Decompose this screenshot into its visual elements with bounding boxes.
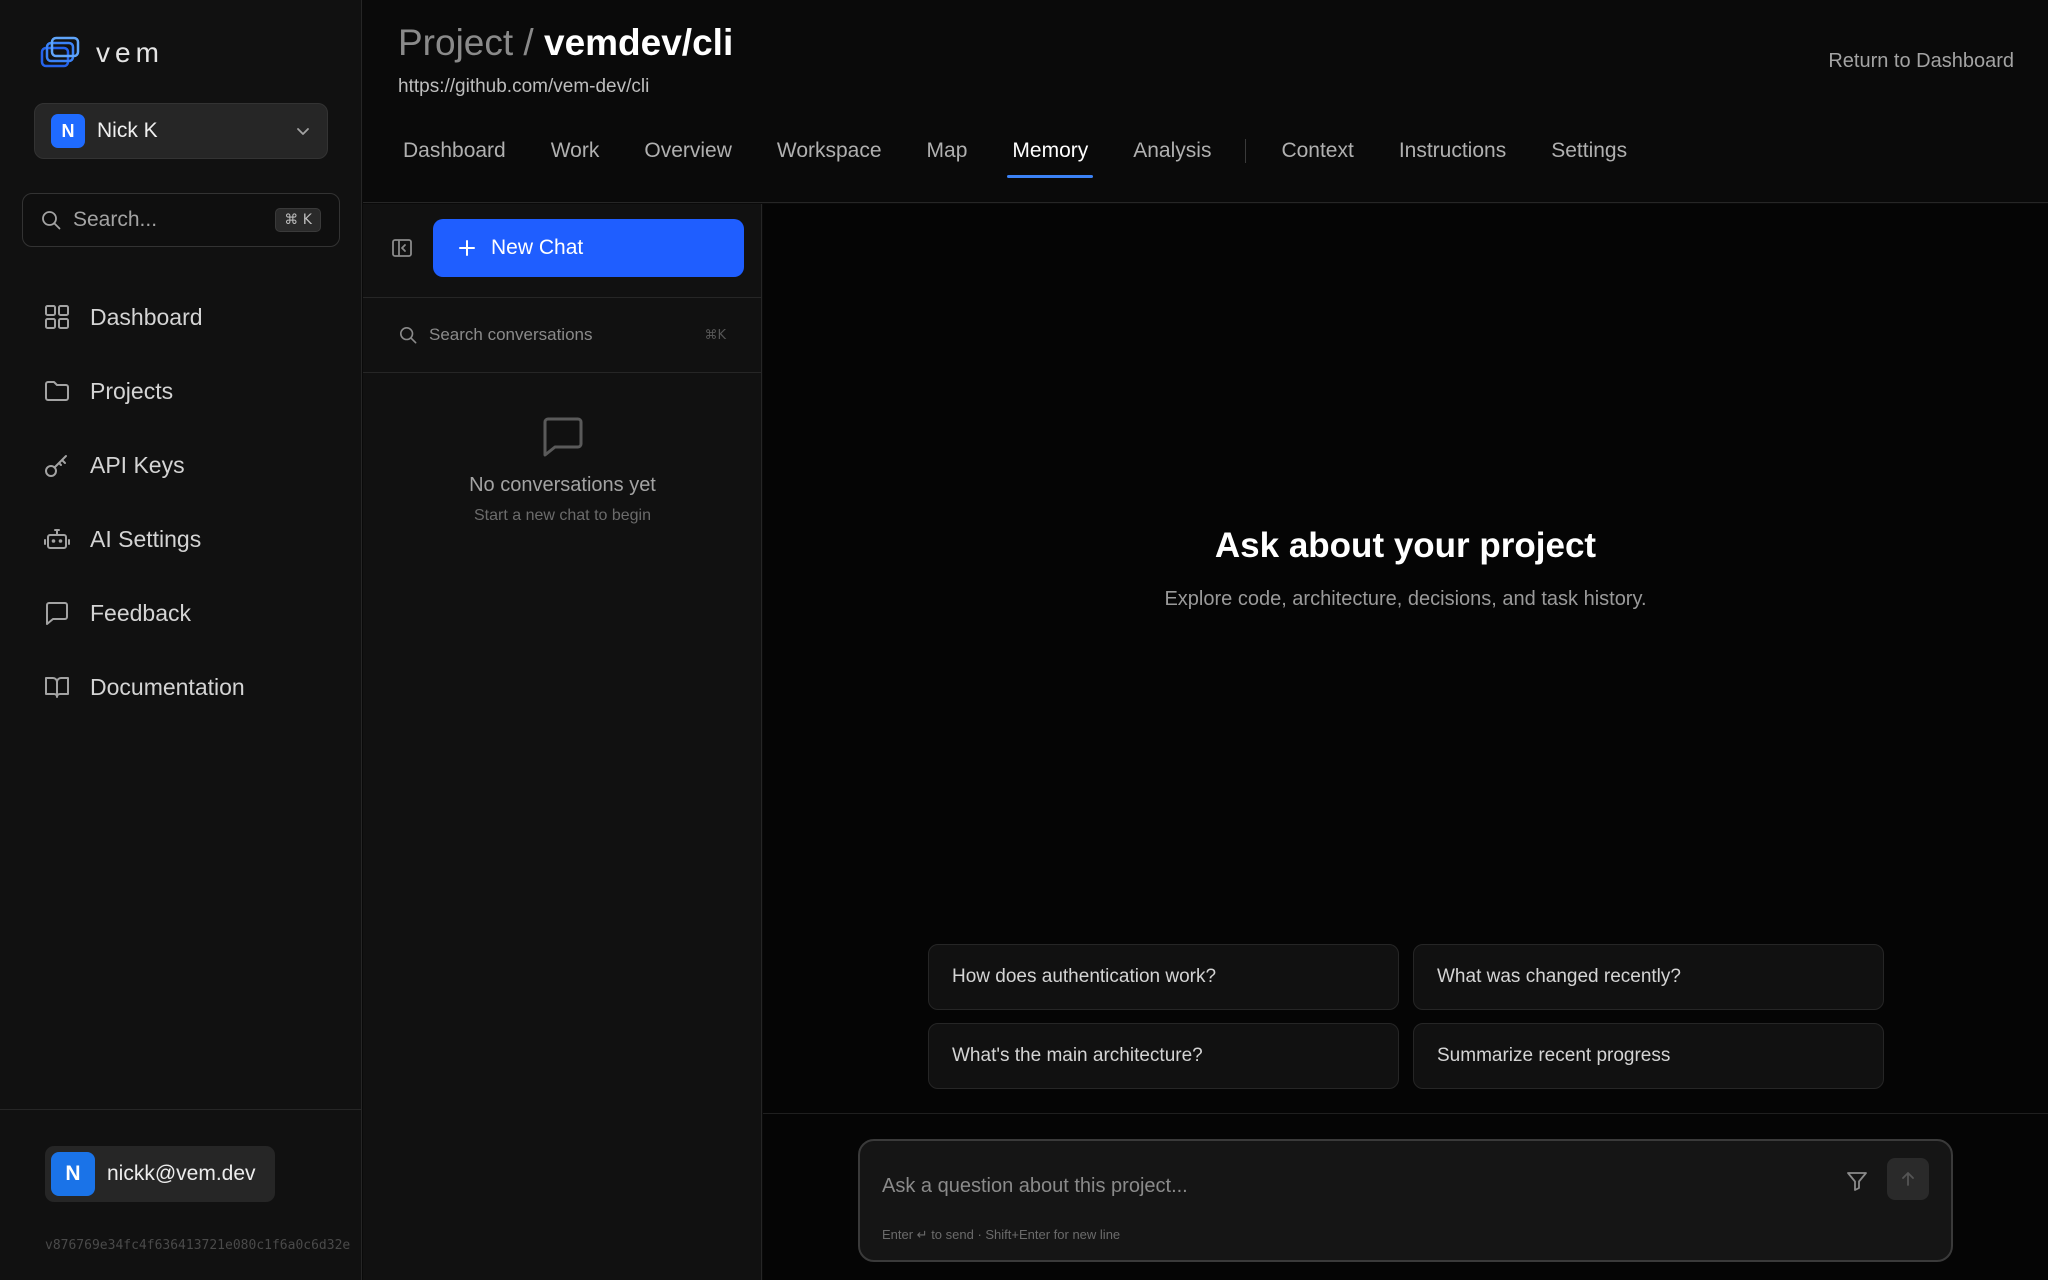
conversations-panel: New Chat Search conversations ⌘K No conv… — [363, 204, 762, 1280]
tab-memory[interactable]: Memory — [1007, 136, 1094, 178]
user-name: Nick K — [97, 119, 158, 142]
suggested-questions: How does authentication work? What was c… — [928, 944, 1884, 1089]
version-hash: v876769e34fc4f636413721e080c1f6a0c6d32e — [45, 1238, 351, 1253]
stacked-layers-logo-icon — [40, 36, 82, 70]
conversation-search-placeholder: Search conversations — [429, 325, 593, 344]
sidebar-item-feedback[interactable]: Feedback — [44, 576, 344, 650]
user-email: nickk@vem.dev — [107, 1162, 256, 1185]
empty-state-title: No conversations yet — [469, 474, 656, 496]
conversation-search-input[interactable]: Search conversations ⌘K — [363, 297, 762, 373]
plus-icon — [457, 238, 477, 258]
sidebar-item-label: Projects — [90, 377, 174, 404]
suggestion-button[interactable]: What's the main architecture? — [928, 1023, 1399, 1089]
sidebar-item-label: AI Settings — [90, 525, 202, 552]
sidebar-item-api-keys[interactable]: API Keys — [44, 428, 344, 502]
tab-map[interactable]: Map — [922, 136, 973, 178]
sidebar-item-projects[interactable]: Projects — [44, 354, 344, 428]
sidebar-item-ai-settings[interactable]: AI Settings — [44, 502, 344, 576]
brand-name: vem — [96, 37, 164, 68]
project-header: Project / vemdev/cli https://github.com/… — [363, 0, 2048, 203]
search-placeholder: Search... — [73, 208, 158, 231]
book-icon — [44, 674, 70, 700]
sidebar-nav: Dashboard Projects API Keys AI Settings … — [44, 280, 344, 724]
chevron-down-icon — [295, 123, 311, 139]
arrow-up-icon — [1899, 1170, 1917, 1188]
new-chat-label: New Chat — [491, 236, 584, 259]
search-shortcut-badge: ⌘ K — [275, 208, 321, 232]
chat-input-area: Ask a question about this project... Ent… — [763, 1113, 2048, 1280]
suggestion-button[interactable]: Summarize recent progress — [1413, 1023, 1884, 1089]
project-tabs: Dashboard Work Overview Workspace Map Me… — [398, 136, 1667, 178]
chat-input-placeholder: Ask a question about this project... — [882, 1175, 1188, 1197]
tab-work[interactable]: Work — [546, 136, 605, 178]
tab-settings[interactable]: Settings — [1546, 136, 1632, 178]
return-to-dashboard-link[interactable]: Return to Dashboard — [1828, 50, 2014, 73]
account-menu-button[interactable]: N nickk@vem.dev — [45, 1146, 275, 1202]
message-square-icon — [540, 414, 586, 460]
grid-icon — [44, 304, 70, 330]
sidebar-toggle-icon[interactable] — [391, 237, 413, 259]
breadcrumb-prefix: Project / — [398, 22, 534, 63]
repo-url-link[interactable]: https://github.com/vem-dev/cli — [398, 76, 649, 98]
sidebar-item-dashboard[interactable]: Dashboard — [44, 280, 344, 354]
search-icon — [399, 326, 417, 344]
project-name: vemdev/cli — [544, 22, 734, 63]
chat-input-help: Enter ↵ to send · Shift+Enter for new li… — [882, 1227, 1121, 1242]
folder-icon — [44, 378, 70, 404]
search-icon — [41, 210, 61, 230]
sidebar-item-documentation[interactable]: Documentation — [44, 650, 344, 724]
chat-subtitle: Explore code, architecture, decisions, a… — [1164, 588, 1647, 610]
sidebar-item-label: Dashboard — [90, 303, 203, 330]
conversation-search-shortcut: ⌘K — [704, 327, 726, 343]
message-icon — [44, 600, 70, 626]
sidebar: vem N Nick K Search... ⌘ K Dashboard Pro… — [0, 0, 362, 1280]
key-icon — [44, 452, 70, 478]
sidebar-item-label: Feedback — [90, 599, 192, 626]
brand[interactable]: vem — [40, 36, 164, 70]
page-title: Project / vemdev/cli — [398, 22, 733, 64]
send-button[interactable] — [1887, 1158, 1929, 1200]
chat-input[interactable]: Ask a question about this project... Ent… — [858, 1139, 1953, 1262]
chat-title: Ask about your project — [1214, 526, 1597, 565]
new-chat-button[interactable]: New Chat — [433, 219, 744, 277]
avatar: N — [51, 1152, 95, 1196]
suggestion-button[interactable]: What was changed recently? — [1413, 944, 1884, 1010]
tab-analysis[interactable]: Analysis — [1128, 136, 1216, 178]
filter-icon[interactable] — [1845, 1169, 1869, 1193]
sidebar-item-label: Documentation — [90, 673, 245, 700]
chat-hero: Ask about your project Explore code, arc… — [763, 526, 2048, 611]
chat-area: Ask about your project Explore code, arc… — [763, 204, 2048, 1280]
tab-workspace[interactable]: Workspace — [772, 136, 887, 178]
empty-conversations: No conversations yet Start a new chat to… — [363, 414, 762, 525]
workspace-user-switcher[interactable]: N Nick K — [34, 103, 328, 159]
sidebar-footer: N nickk@vem.dev v876769e34fc4f636413721e… — [0, 1109, 362, 1280]
tab-overview[interactable]: Overview — [639, 136, 737, 178]
robot-icon — [44, 526, 70, 552]
global-search-input[interactable]: Search... ⌘ K — [22, 193, 340, 247]
sidebar-item-label: API Keys — [90, 451, 185, 478]
tab-dashboard[interactable]: Dashboard — [398, 136, 511, 178]
avatar: N — [51, 114, 85, 148]
empty-state-subtitle: Start a new chat to begin — [474, 507, 651, 524]
tab-context[interactable]: Context — [1276, 136, 1358, 178]
suggestion-button[interactable]: How does authentication work? — [928, 944, 1399, 1010]
tab-instructions[interactable]: Instructions — [1394, 136, 1511, 178]
tab-divider — [1245, 139, 1247, 163]
